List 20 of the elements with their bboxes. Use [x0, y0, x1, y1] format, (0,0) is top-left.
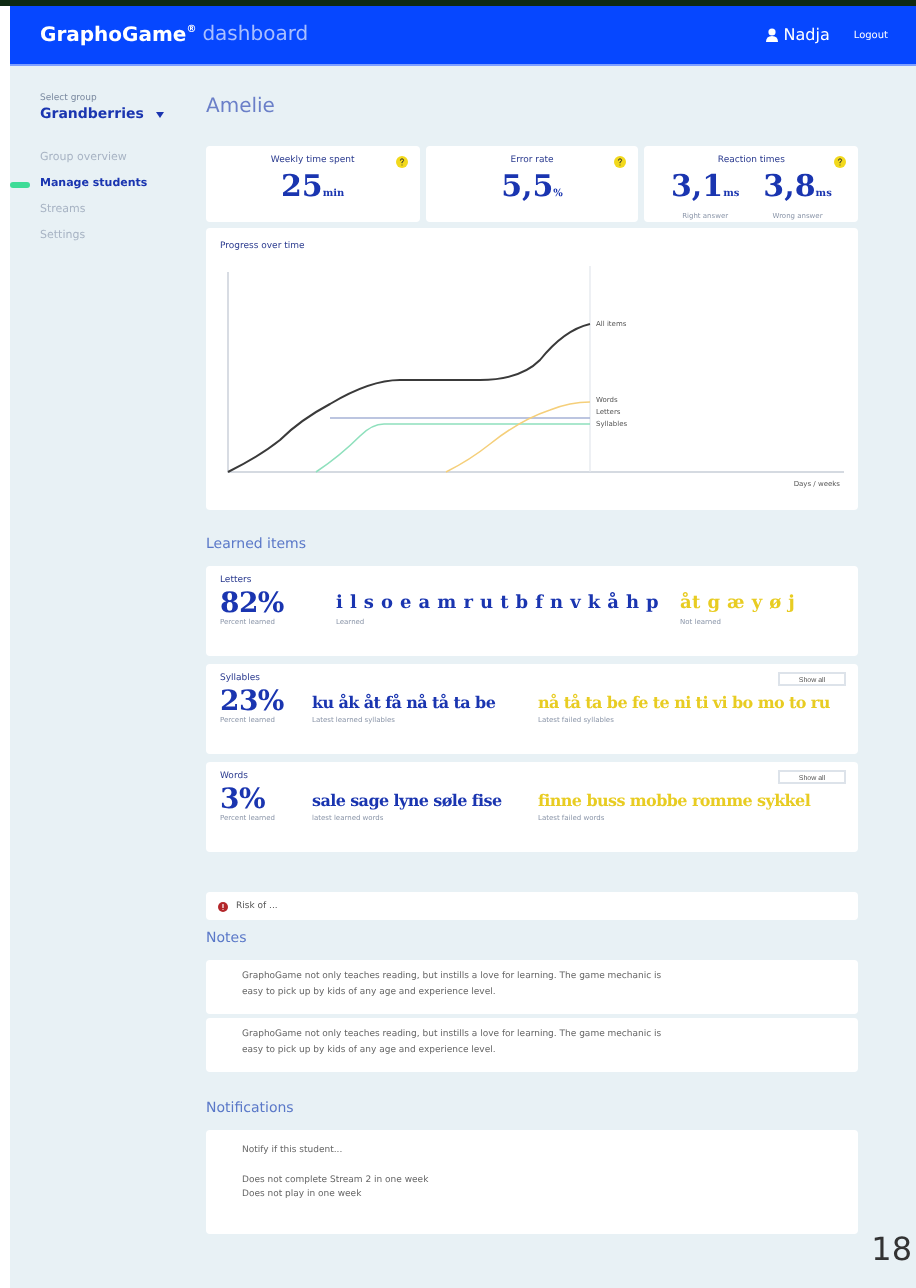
failed-items: finne buss mobbe romme sykkel: [538, 788, 813, 814]
warning-icon: [218, 901, 228, 911]
help-icon[interactable]: [395, 156, 408, 168]
percent-value: 3%: [220, 788, 265, 814]
page-number: 18: [871, 1230, 912, 1268]
user-name[interactable]: Nadja: [765, 26, 830, 44]
brand-name: GraphoGame$^{®}$: [40, 23, 197, 47]
failed-items: åt g æ y ø j: [680, 592, 798, 618]
caret-icon: [155, 111, 164, 117]
percent-value: 23%: [220, 690, 286, 716]
help-icon[interactable]: [834, 156, 847, 168]
learned-items: ku åk åt få nå tå ta be: [312, 690, 498, 716]
student-name: Amelie: [206, 96, 277, 118]
help-icon[interactable]: [614, 156, 627, 168]
percent-value: 82%: [220, 592, 286, 618]
user-icon: [765, 28, 778, 42]
brand-subtitle: dashboard: [202, 24, 309, 46]
learned-items: sale sage lyne søle fise: [312, 788, 504, 814]
failed-items: nå tå ta be fe te ni ti vi bo mo to ru: [538, 690, 832, 716]
learned-items: i l s o e a m r u t b f n v k å h p: [336, 592, 662, 618]
